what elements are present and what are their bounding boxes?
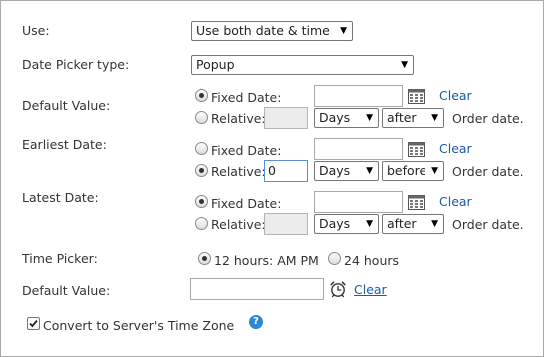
latest-date-relative-label: Relative:: [211, 217, 266, 232]
chevron-down-icon: ▼: [366, 219, 373, 229]
checkmark-icon: [29, 320, 38, 328]
earliest-date-relative-label: Relative:: [211, 164, 266, 179]
chevron-down-icon: ▼: [340, 26, 347, 36]
earliest-date-fixed-input[interactable]: [314, 138, 403, 160]
latest-date-relative-radio[interactable]: [195, 217, 208, 230]
chevron-down-icon: ▼: [366, 166, 373, 176]
time-picker-24h-radio[interactable]: [328, 252, 341, 265]
latest-date-clear-link[interactable]: Clear: [439, 194, 472, 209]
earliest-date-suffix: Order date.: [452, 164, 524, 179]
earliest-date-direction-value: before: [387, 163, 425, 178]
default-date-direction-value: after: [387, 110, 417, 125]
calendar-icon[interactable]: [408, 194, 425, 210]
earliest-date-relative-input[interactable]: 0: [264, 160, 308, 182]
latest-date-direction-select[interactable]: after ▼: [382, 214, 444, 234]
default-date-relative-label: Relative:: [211, 111, 266, 126]
latest-date-relative-input[interactable]: [264, 213, 308, 235]
default-date-clear-link[interactable]: Clear: [439, 88, 472, 103]
use-label: Use:: [22, 23, 50, 38]
default-date-relative-input[interactable]: [264, 107, 308, 129]
latest-date-fixed-input[interactable]: [314, 191, 403, 213]
earliest-date-relative-radio[interactable]: [195, 164, 208, 177]
latest-date-suffix: Order date.: [452, 217, 524, 232]
earliest-date-unit-value: Days: [319, 163, 351, 178]
default-date-fixed-input[interactable]: [314, 85, 403, 107]
default-time-input[interactable]: [190, 278, 324, 300]
earliest-date-clear-link[interactable]: Clear: [439, 141, 472, 156]
default-date-direction-select[interactable]: after ▼: [382, 108, 444, 128]
use-select[interactable]: Use both date & time ▼: [191, 21, 353, 41]
date-time-settings-panel: Use: Use both date & time ▼ Date Picker …: [0, 0, 544, 357]
earliest-date-label: Earliest Date:: [22, 137, 107, 152]
latest-date-label: Latest Date:: [22, 190, 99, 205]
earliest-date-direction-select[interactable]: before ▼: [382, 161, 444, 181]
latest-date-unit-value: Days: [319, 216, 351, 231]
earliest-date-fixed-label: Fixed Date:: [211, 143, 282, 158]
default-date-suffix: Order date.: [452, 111, 524, 126]
date-picker-type-select[interactable]: Popup ▼: [191, 55, 414, 75]
time-picker-12h-radio[interactable]: [198, 252, 211, 265]
date-picker-type-value: Popup: [196, 57, 235, 72]
default-date-unit-select[interactable]: Days ▼: [314, 108, 379, 128]
default-time-label: Default Value:: [22, 283, 111, 298]
help-icon[interactable]: ?: [249, 315, 263, 329]
time-picker-12h-label: 12 hours: AM PM: [214, 253, 319, 268]
latest-date-unit-select[interactable]: Days ▼: [314, 214, 379, 234]
default-date-fixed-label: Fixed Date:: [211, 90, 282, 105]
calendar-icon[interactable]: [408, 88, 425, 104]
chevron-down-icon: ▼: [401, 60, 408, 70]
default-date-fixed-radio[interactable]: [195, 89, 208, 102]
latest-date-fixed-radio[interactable]: [195, 195, 208, 208]
latest-date-direction-value: after: [387, 216, 417, 231]
chevron-down-icon: ▼: [431, 113, 438, 123]
time-picker-label: Time Picker:: [22, 251, 98, 266]
alarm-clock-icon[interactable]: [329, 280, 347, 298]
convert-timezone-label: Convert to Server's Time Zone: [43, 318, 235, 333]
earliest-date-fixed-radio[interactable]: [195, 142, 208, 155]
calendar-icon[interactable]: [408, 141, 425, 157]
date-picker-type-label: Date Picker type:: [22, 57, 130, 72]
convert-timezone-checkbox[interactable]: [27, 317, 40, 330]
latest-date-fixed-label: Fixed Date:: [211, 196, 282, 211]
chevron-down-icon: ▼: [431, 166, 438, 176]
use-select-value: Use both date & time: [196, 23, 330, 38]
default-date-relative-radio[interactable]: [195, 111, 208, 124]
default-date-label: Default Value:: [22, 98, 111, 113]
chevron-down-icon: ▼: [366, 113, 373, 123]
default-date-unit-value: Days: [319, 110, 351, 125]
default-time-clear-link[interactable]: Clear: [354, 282, 387, 297]
time-picker-24h-label: 24 hours: [344, 253, 400, 268]
chevron-down-icon: ▼: [431, 219, 438, 229]
earliest-date-unit-select[interactable]: Days ▼: [314, 161, 379, 181]
